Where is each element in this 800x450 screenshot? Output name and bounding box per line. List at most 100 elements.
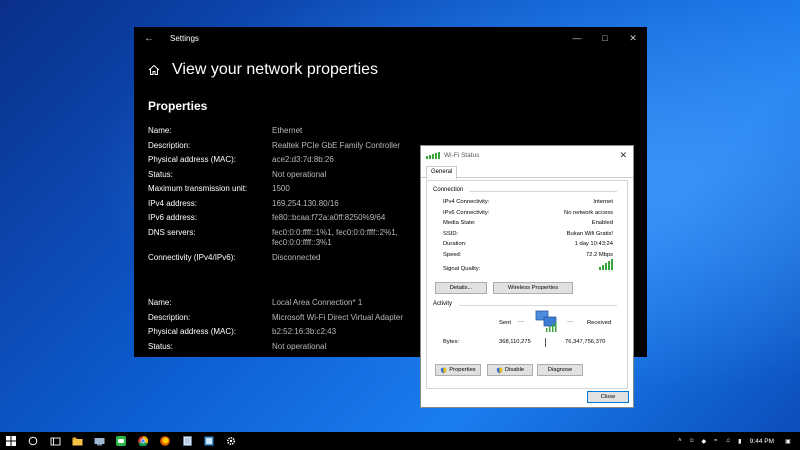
app-icon[interactable] — [198, 432, 220, 450]
maximize-icon[interactable]: □ — [591, 33, 619, 44]
prop-name: Maximum transmission unit: — [148, 184, 248, 193]
row-label: SSID: — [443, 230, 459, 237]
prop-name: Status: — [148, 169, 173, 179]
general-panel: Connection IPv4 Connectivity: Internet IP… — [426, 180, 628, 389]
search-icon[interactable] — [22, 432, 44, 450]
section-title: Properties — [148, 99, 208, 113]
row-value: Bukan Wifi Gratis! — [566, 230, 613, 237]
window-title: Settings — [170, 33, 199, 43]
dropbox-icon[interactable]: ◆ — [698, 438, 710, 445]
prop-value: Not operational — [272, 341, 327, 351]
row-value: 1 day 10:43:24 — [574, 241, 613, 247]
back-arrow-icon[interactable]: ← — [134, 33, 164, 44]
taskbar: ˄ ☺ ◆ ≈ ♫ ▮ 9:44 PM ▣ — [0, 432, 800, 450]
prop-value: Disconnected — [272, 252, 321, 262]
prop-value: fe80::bcaa:f72a:a0ff:8250%9/64 — [272, 213, 386, 222]
battery-icon[interactable]: ▮ — [734, 438, 746, 445]
prop-name: Name: — [148, 126, 172, 135]
prop-name: Physical address (MAC): — [148, 327, 237, 336]
row-value: Enabled — [591, 220, 613, 226]
chrome-icon[interactable] — [132, 432, 154, 450]
diagnose-button[interactable]: Diagnose — [537, 364, 583, 376]
prop-value: fec0:0:0:ffff::1%1, fec0:0:0:ffff::2%1, f… — [272, 228, 398, 248]
adapter2-properties: Name: Local Area Connection* 1 Descriptio… — [148, 298, 403, 356]
prop-name: Name: — [148, 298, 172, 307]
row-value: 72.2 Mbps — [585, 251, 613, 258]
prop-name: Status: — [148, 341, 173, 351]
properties-label: Properties — [449, 367, 476, 373]
bytes-sent: 368,110,275 — [499, 339, 531, 345]
minimize-icon[interactable]: — — [563, 33, 591, 44]
bytes-label: Bytes: — [443, 339, 460, 345]
dialog-titlebar: Wi-Fi Status ✕ — [421, 146, 633, 164]
home-icon[interactable] — [148, 64, 160, 76]
prop-value: Not operational — [272, 169, 327, 179]
prop-value: 169.254.130.80/16 — [272, 198, 339, 208]
received-label: Received — [587, 320, 612, 326]
page-title: View your network properties — [172, 61, 379, 78]
firefox-icon[interactable] — [154, 432, 176, 450]
wireless-properties-button[interactable]: Wireless Properties — [493, 282, 573, 294]
disable-label: Disable — [504, 367, 525, 373]
tab-strip: General — [421, 164, 633, 179]
file-explorer-icon[interactable] — [66, 432, 88, 450]
prop-name: DNS servers: — [148, 227, 196, 237]
signal-quality-bars — [599, 259, 613, 270]
prop-name: IPv6 address: — [148, 213, 197, 222]
close-icon[interactable]: ✕ — [619, 150, 627, 161]
notifications-icon[interactable]: ▣ — [782, 438, 794, 445]
prop-value: Ethernet — [272, 126, 303, 135]
shield-icon — [496, 366, 502, 374]
settings-icon[interactable] — [220, 432, 242, 450]
connection-row: Media State: Enabled — [443, 220, 613, 226]
row-value: No network access — [564, 209, 613, 216]
wifi-status-dialog: Wi-Fi Status ✕ General Connection IPv4 C… — [420, 145, 634, 408]
received-dash: — — [567, 319, 573, 325]
bytes-received: 76,347,756,370 — [565, 339, 606, 345]
windows-start-icon[interactable] — [0, 432, 22, 450]
connection-row: IPv4 Connectivity: Internet — [443, 199, 613, 205]
connection-row: SSID: Bukan Wifi Gratis! — [443, 231, 613, 237]
prop-name: Connectivity (IPv4/IPv6): — [148, 252, 236, 262]
tab-general[interactable]: General — [426, 166, 458, 179]
system-tray: ˄ ☺ ◆ ≈ ♫ ▮ 9:44 PM ▣ — [674, 438, 800, 445]
row-label: IPv6 Connectivity: — [443, 209, 490, 216]
properties-button[interactable]: Properties — [435, 364, 481, 376]
network-activity-icon — [535, 310, 557, 332]
speaker-icon[interactable]: ♫ — [722, 438, 734, 444]
clock[interactable]: 9:44 PM — [750, 438, 774, 445]
emoji-icon[interactable]: ☺ — [686, 438, 698, 444]
row-label: Media State: — [443, 220, 476, 226]
prop-value: Realtek PCIe GbE Family Controller — [272, 140, 401, 150]
connection-row: IPv6 Connectivity: No network access — [443, 210, 613, 216]
close-button[interactable]: Close — [587, 391, 629, 403]
task-view-icon[interactable] — [44, 432, 66, 450]
row-value: Internet — [593, 199, 613, 205]
prop-value: Microsoft Wi-Fi Direct Virtual Adapter — [272, 312, 403, 322]
dns-line-1: fec0:0:0:ffff::1%1, fec0:0:0:ffff::2%1, — [272, 227, 398, 237]
close-icon[interactable]: ✕ — [619, 33, 647, 44]
wifi-icon[interactable]: ≈ — [710, 438, 722, 444]
chevron-up-icon[interactable]: ˄ — [674, 438, 686, 444]
row-label: Duration: — [443, 241, 467, 247]
network-folder-icon[interactable] — [88, 432, 110, 450]
notepad-icon[interactable] — [176, 432, 198, 450]
prop-value: 1500 — [272, 184, 290, 193]
sent-label: Sent — [499, 320, 511, 326]
disable-button[interactable]: Disable — [487, 364, 533, 376]
bytes-divider — [545, 338, 546, 347]
row-label: IPv4 Connectivity: — [443, 199, 490, 205]
row-label: Speed: — [443, 251, 462, 258]
adapter1-properties: Name: Ethernet Description: Realtek PCIe G… — [148, 126, 400, 267]
details-button[interactable]: Details... — [435, 282, 487, 294]
dns-line-2: fec0:0:0:ffff::3%1 — [272, 237, 332, 247]
wifi-signal-icon — [426, 151, 440, 159]
prop-value: ace2:d3:7d:8b:26 — [272, 155, 334, 164]
activity-group-title: Activity — [433, 301, 453, 307]
prop-value: b2:52:16:3b:c2:43 — [272, 327, 337, 336]
line-app-icon[interactable] — [110, 432, 132, 450]
signal-quality-label: Signal Quality: — [443, 266, 481, 272]
connection-row: Duration: 1 day 10:43:24 — [443, 241, 613, 247]
settings-titlebar: ← Settings — □ ✕ — [134, 27, 647, 49]
shield-icon — [441, 366, 447, 374]
